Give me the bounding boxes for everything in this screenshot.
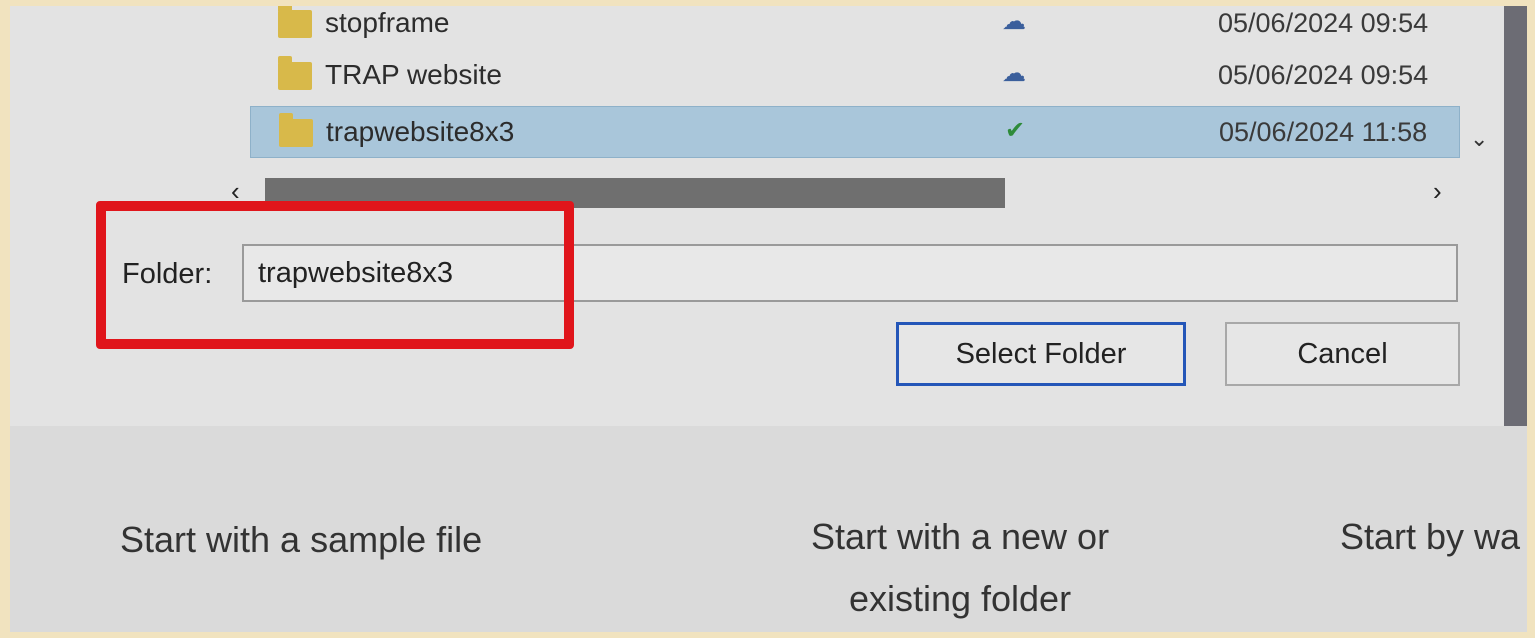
file-date: 05/06/2024 09:54 <box>1218 60 1429 90</box>
file-row-stopframe[interactable]: stopframe ☁ 05/06/2024 09:54 <box>250 6 1460 50</box>
file-name: stopframe <box>325 7 450 38</box>
select-folder-dialog: stopframe ☁ 05/06/2024 09:54 TRAP websit… <box>10 6 1504 428</box>
window-edge <box>1504 6 1527 426</box>
file-date: 05/06/2024 09:54 <box>1218 8 1429 38</box>
start-web-label: Start by wa <box>1340 516 1521 557</box>
start-with-sample-file[interactable]: Start with a sample file <box>120 509 482 571</box>
file-name: trapwebsite8x3 <box>326 116 515 147</box>
check-circle-icon: ✔ <box>1004 117 1026 144</box>
file-list: stopframe ☁ 05/06/2024 09:54 TRAP websit… <box>10 6 1488 171</box>
cancel-button[interactable]: Cancel <box>1225 322 1460 386</box>
select-folder-button[interactable]: Select Folder <box>896 322 1186 386</box>
start-folder-line2: existing folder <box>848 578 1072 619</box>
file-name: TRAP website <box>325 59 502 90</box>
cloud-icon: ☁ <box>1002 60 1026 87</box>
folder-icon <box>278 56 312 90</box>
red-highlight-annotation <box>96 201 574 349</box>
start-folder-line1: Start with a new or <box>810 516 1110 557</box>
screenshot-photo: stopframe ☁ 05/06/2024 09:54 TRAP websit… <box>10 6 1527 632</box>
start-sample-label: Start with a sample file <box>120 519 483 560</box>
cloud-icon: ☁ <box>1002 8 1026 35</box>
file-row-trap-website[interactable]: TRAP website ☁ 05/06/2024 09:54 <box>250 50 1460 102</box>
folder-icon <box>278 6 312 38</box>
folder-icon <box>279 113 313 147</box>
start-by-web[interactable]: Start by wa <box>1340 506 1520 568</box>
scroll-right-arrow[interactable]: › <box>1433 176 1442 207</box>
file-row-trapwebsite8x3[interactable]: trapwebsite8x3 ✔ 05/06/2024 11:58 <box>250 106 1460 158</box>
start-with-folder[interactable]: Start with a new or existing folder <box>780 506 1140 630</box>
file-date: 05/06/2024 11:58 <box>1219 117 1428 147</box>
scroll-down-arrow[interactable]: ⌄ <box>1470 126 1488 152</box>
